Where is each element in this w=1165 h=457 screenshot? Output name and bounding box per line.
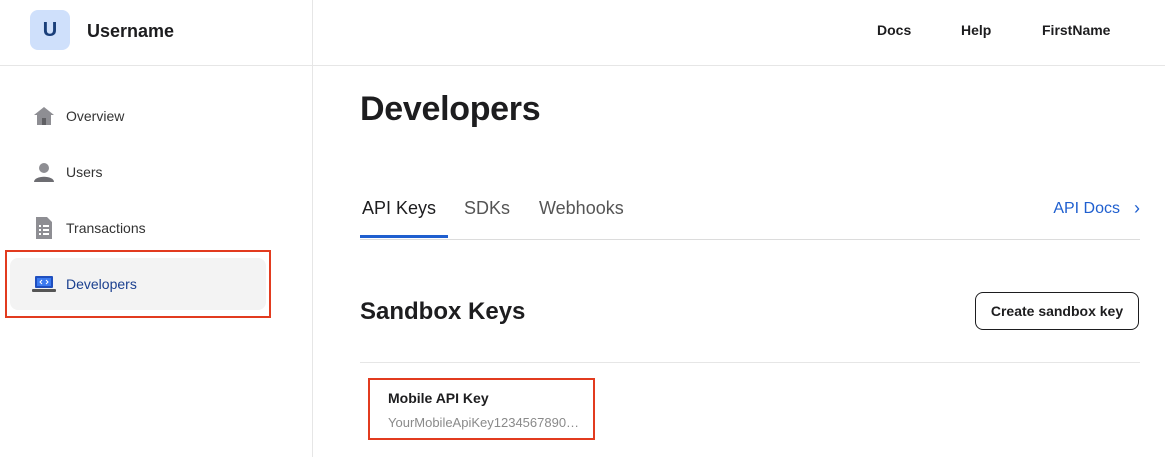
api-docs-link[interactable]: API Docs › — [1053, 198, 1140, 219]
sidebar-item-label: Developers — [66, 276, 137, 292]
home-icon — [32, 104, 56, 128]
api-key-name: Mobile API Key — [388, 390, 489, 406]
avatar[interactable]: U — [30, 10, 70, 50]
page-title: Developers — [360, 90, 541, 128]
user-icon — [32, 160, 56, 184]
sidebar-item-users[interactable]: Users — [10, 146, 266, 198]
chevron-right-icon: › — [1134, 198, 1140, 218]
sidebar-item-transactions[interactable]: Transactions — [10, 202, 266, 254]
create-sandbox-key-button[interactable]: Create sandbox key — [975, 292, 1139, 330]
tab-bar: API Keys SDKs Webhooks API Docs › — [360, 186, 1140, 240]
sidebar-item-label: Users — [66, 164, 103, 180]
api-docs-label: API Docs — [1053, 199, 1120, 217]
tab-api-keys[interactable]: API Keys — [362, 198, 436, 240]
help-link[interactable]: Help — [961, 22, 991, 38]
tab-sdks[interactable]: SDKs — [464, 198, 510, 240]
sidebar-item-label: Overview — [66, 108, 125, 124]
sidebar-item-overview[interactable]: Overview — [10, 90, 266, 142]
user-menu[interactable]: FirstName — [1042, 22, 1110, 38]
top-bar: Docs Help FirstName — [313, 0, 1165, 66]
username-label: Username — [87, 21, 175, 41]
laptop-code-icon — [32, 272, 56, 296]
brand-header: U Username — [0, 0, 313, 66]
api-key-item[interactable]: Mobile API Key YourMobileApiKey123456789… — [388, 390, 588, 430]
sidebar-item-label: Transactions — [66, 220, 146, 236]
section-title: Sandbox Keys — [360, 298, 526, 325]
docs-link[interactable]: Docs — [877, 22, 911, 38]
api-key-value: YourMobileApiKey1234567890… — [388, 415, 580, 430]
sidebar: U Username Overview Users Transactions D… — [0, 0, 313, 457]
sidebar-item-developers[interactable]: Developers — [10, 258, 266, 310]
divider — [360, 362, 1140, 363]
document-icon — [32, 216, 56, 240]
active-tab-indicator — [360, 235, 448, 238]
tab-webhooks[interactable]: Webhooks — [539, 198, 624, 240]
